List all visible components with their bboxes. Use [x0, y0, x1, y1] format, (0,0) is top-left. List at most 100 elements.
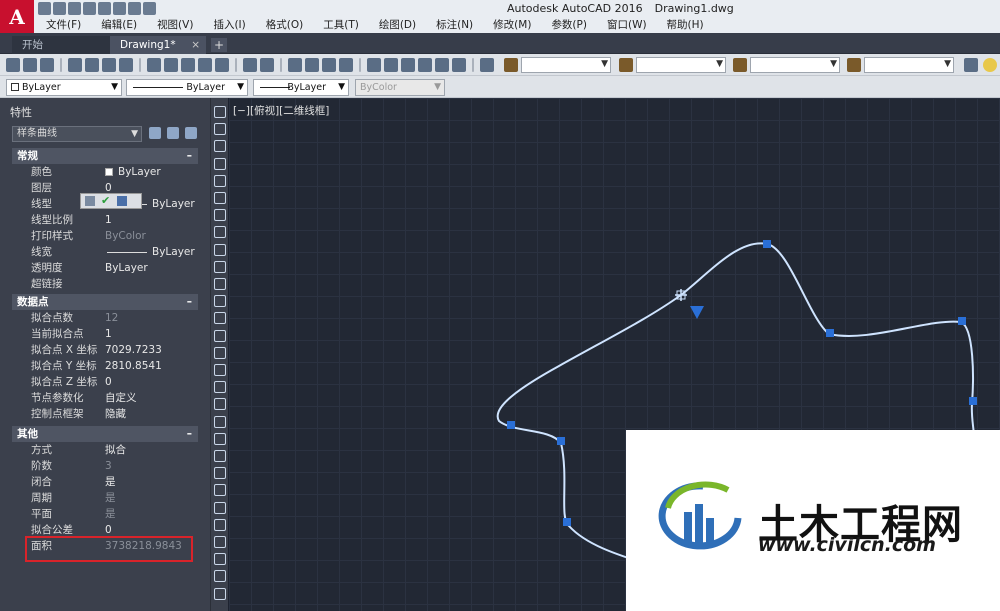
region-icon[interactable]	[214, 381, 226, 394]
multiline-text-icon[interactable]	[214, 415, 226, 428]
spline-icon[interactable]	[214, 243, 226, 256]
collapse-icon[interactable]: –	[187, 426, 192, 442]
save-icon[interactable]	[40, 58, 54, 72]
property-row[interactable]: 方式 拟合	[12, 442, 198, 458]
table-style-select[interactable]: ▼	[750, 57, 840, 73]
undo-icon[interactable]	[243, 58, 257, 72]
redo-icon[interactable]	[260, 58, 274, 72]
dimension-jogged-icon[interactable]	[214, 536, 226, 548]
ellipse-icon[interactable]	[214, 260, 226, 273]
toggle-pickadd-icon[interactable]	[149, 127, 161, 139]
menu-item[interactable]: 标注(N)	[426, 18, 483, 33]
fit-point-grip[interactable]	[969, 397, 977, 405]
menu-item[interactable]: 工具(T)	[313, 18, 369, 33]
line-icon[interactable]	[214, 106, 226, 118]
property-row[interactable]: 阶数 3	[12, 458, 198, 474]
ellipse-arc-icon[interactable]	[214, 278, 226, 290]
plot-icon[interactable]	[98, 2, 111, 15]
color-select[interactable]: ByLayer ▼	[6, 79, 122, 96]
arc-icon[interactable]	[214, 192, 226, 204]
menu-item[interactable]: 格式(O)	[256, 18, 313, 33]
collapse-icon[interactable]: –	[187, 294, 192, 310]
quick-select-icon[interactable]	[185, 127, 197, 139]
property-row[interactable]: 节点参数化 自定义	[12, 390, 198, 406]
select-objects-icon[interactable]	[167, 127, 179, 139]
undo-icon[interactable]	[113, 2, 126, 15]
close-tab-icon[interactable]: ×	[191, 36, 200, 54]
grip-menu-triangle-icon[interactable]	[690, 306, 704, 319]
fit-point-grip[interactable]	[826, 329, 834, 337]
linetype-select[interactable]: ByLayer ▼	[126, 79, 248, 96]
multileader-style-select[interactable]: ▼	[864, 57, 954, 73]
copy-icon[interactable]	[164, 58, 178, 72]
add-selected-icon[interactable]	[214, 432, 226, 445]
menu-item[interactable]: 插入(I)	[203, 18, 255, 33]
menu-item[interactable]: 帮助(H)	[657, 18, 714, 33]
property-row[interactable]: 控制点框架 隐藏	[12, 406, 198, 422]
zoom-previous-icon[interactable]	[339, 58, 353, 72]
property-row[interactable]: 拟合点 X 坐标 7029.7233	[12, 342, 198, 358]
save-icon[interactable]	[68, 2, 81, 15]
property-row[interactable]: 超链接	[12, 276, 198, 292]
new-icon[interactable]	[38, 2, 51, 15]
application-menu-button[interactable]: A	[0, 0, 34, 33]
property-row[interactable]: 颜色 ByLayer	[12, 164, 198, 180]
tab-start[interactable]: 开始	[12, 36, 110, 54]
polygon-icon[interactable]	[214, 157, 226, 170]
new-icon[interactable]	[6, 58, 20, 72]
fit-point-grip[interactable]	[557, 437, 565, 445]
light-bulb-icon[interactable]	[983, 58, 997, 72]
open-icon[interactable]	[53, 2, 66, 15]
cut-icon[interactable]	[147, 58, 161, 72]
pan-icon[interactable]	[288, 58, 302, 72]
section-header-data-points[interactable]: 数据点 –	[12, 294, 198, 310]
object-type-select[interactable]: 样条曲线 ▼	[12, 126, 142, 142]
dimension-linear-icon[interactable]	[214, 450, 226, 462]
menu-item[interactable]: 编辑(E)	[91, 18, 147, 33]
layer-properties-icon[interactable]	[964, 58, 978, 72]
rectangle-icon[interactable]	[214, 174, 226, 187]
fit-point-grip[interactable]	[763, 240, 771, 248]
menu-item[interactable]: 窗口(W)	[597, 18, 657, 33]
plot-icon[interactable]	[68, 58, 82, 72]
dimension-arc-icon[interactable]	[214, 484, 226, 497]
block-editor-icon[interactable]	[215, 58, 229, 72]
text-style-select[interactable]: ▼	[521, 57, 611, 73]
paste-icon[interactable]	[181, 58, 195, 72]
lineweight-select[interactable]: ByLayer ▼	[253, 79, 349, 96]
property-row[interactable]: 拟合点 Z 坐标 0	[12, 374, 198, 390]
menu-item[interactable]: 文件(F)	[36, 18, 91, 33]
property-row[interactable]: 周期 是	[12, 490, 198, 506]
open-icon[interactable]	[23, 58, 37, 72]
save-as-icon[interactable]	[83, 2, 96, 15]
grip-option-icon[interactable]	[85, 196, 95, 206]
property-row[interactable]: 平面 是	[12, 506, 198, 522]
collapse-icon[interactable]: –	[187, 148, 192, 164]
quick-dimension-icon[interactable]	[214, 587, 226, 600]
fit-point-grip[interactable]	[507, 421, 515, 429]
property-row[interactable]: 拟合点 Y 坐标 2810.8541	[12, 358, 198, 374]
property-row[interactable]: 当前拟合点 1	[12, 326, 198, 342]
match-properties-icon[interactable]	[198, 58, 212, 72]
polyline-icon[interactable]	[214, 140, 226, 153]
property-row[interactable]: 线型比例 1	[12, 212, 198, 228]
dimension-diameter-icon[interactable]	[214, 553, 226, 566]
new-tab-button[interactable]: +	[211, 38, 227, 52]
dimension-radius-icon[interactable]	[214, 518, 226, 531]
point-icon[interactable]	[214, 329, 226, 342]
property-row[interactable]: 透明度 ByLayer	[12, 260, 198, 276]
dimension-ordinate-icon[interactable]	[214, 501, 226, 514]
menu-item[interactable]: 绘图(D)	[369, 18, 426, 33]
hatch-icon[interactable]	[214, 346, 226, 359]
insert-block-icon[interactable]	[214, 295, 226, 308]
dim-style-select[interactable]: ▼	[636, 57, 726, 73]
customize-dropdown-icon[interactable]	[143, 2, 156, 15]
checkmark-icon[interactable]: ✔	[101, 195, 111, 206]
tab-drawing1[interactable]: Drawing1* ×	[110, 36, 206, 54]
property-row[interactable]: 线宽 ByLayer	[12, 244, 198, 260]
quickcalc-icon[interactable]	[452, 58, 466, 72]
fit-point-grip[interactable]	[958, 317, 966, 325]
section-header-other[interactable]: 其他 –	[12, 426, 198, 442]
3dprint-icon[interactable]	[119, 58, 133, 72]
design-center-icon[interactable]	[384, 58, 398, 72]
